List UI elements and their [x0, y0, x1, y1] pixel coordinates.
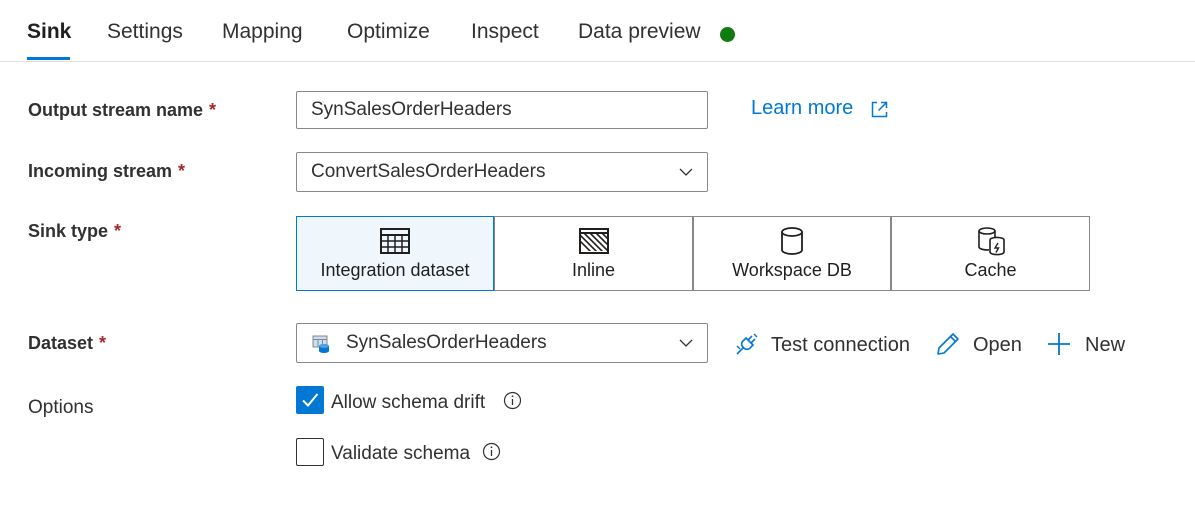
info-icon[interactable]: [482, 442, 501, 461]
cache-icon: [977, 227, 1005, 256]
inline-hatch-icon: [578, 228, 609, 254]
data-preview-status-dot: [720, 27, 735, 42]
dataset-dropdown[interactable]: SynSalesOrderHeaders: [296, 323, 708, 363]
sink-type-cache[interactable]: Cache: [891, 216, 1090, 291]
incoming-stream-dropdown[interactable]: ConvertSalesOrderHeaders: [296, 152, 708, 192]
tab-mapping[interactable]: Mapping: [222, 20, 303, 44]
open-button[interactable]: Open: [935, 331, 1027, 361]
tab-bar: Sink Settings Mapping Optimize Inspect D…: [0, 0, 1195, 62]
sink-type-inline[interactable]: Inline: [494, 216, 693, 291]
allow-schema-drift-checkbox[interactable]: [296, 386, 324, 414]
tab-optimize[interactable]: Optimize: [347, 20, 430, 44]
required-marker: *: [209, 100, 217, 120]
sink-type-label: Sink type *: [28, 221, 122, 241]
checkmark-icon: [302, 393, 319, 407]
dataset-icon: [312, 335, 329, 353]
sink-type-label-cache: Cache: [964, 260, 1017, 280]
output-stream-input[interactable]: SynSalesOrderHeaders: [296, 91, 708, 129]
tab-sink[interactable]: Sink: [27, 20, 71, 44]
sink-type-label-integration-dataset: Integration dataset: [320, 260, 470, 280]
test-connection-button[interactable]: Test connection: [734, 331, 914, 361]
learn-more-link[interactable]: Learn more: [751, 97, 853, 120]
output-stream-label: Output stream name *: [28, 100, 217, 120]
info-icon[interactable]: [503, 391, 522, 410]
tab-settings[interactable]: Settings: [107, 20, 183, 44]
output-stream-value: SynSalesOrderHeaders: [311, 99, 512, 120]
test-connection-label: Test connection: [771, 334, 910, 356]
table-icon: [380, 228, 410, 254]
required-marker: *: [178, 161, 186, 181]
validate-schema-label[interactable]: Validate schema: [331, 443, 470, 465]
tab-inspect[interactable]: Inspect: [471, 20, 539, 44]
sink-type-label-inline: Inline: [571, 260, 616, 280]
validate-schema-checkbox[interactable]: [296, 438, 324, 466]
sink-type-label-workspace-db: Workspace DB: [732, 260, 852, 280]
sink-type-integration-dataset[interactable]: Integration dataset: [296, 216, 494, 291]
database-icon: [781, 227, 803, 255]
incoming-stream-label: Incoming stream *: [28, 161, 186, 181]
new-button[interactable]: New: [1046, 331, 1130, 361]
chevron-down-icon: [679, 339, 693, 347]
pencil-icon: [937, 333, 959, 355]
required-marker: *: [114, 221, 122, 241]
chevron-down-icon: [679, 168, 693, 176]
new-label: New: [1085, 334, 1126, 356]
dataset-value: SynSalesOrderHeaders: [346, 332, 547, 353]
plug-connect-icon: [736, 333, 758, 355]
dataset-label: Dataset *: [28, 333, 107, 353]
active-tab-indicator: [27, 57, 70, 60]
plus-icon: [1048, 333, 1070, 355]
required-marker: *: [99, 333, 107, 353]
options-label: Options: [28, 397, 94, 418]
open-label: Open: [973, 334, 1022, 356]
sink-type-workspace-db[interactable]: Workspace DB: [693, 216, 891, 291]
external-link-icon[interactable]: [869, 99, 890, 120]
allow-schema-drift-label[interactable]: Allow schema drift: [331, 392, 485, 414]
tab-data-preview[interactable]: Data preview: [578, 20, 701, 44]
incoming-stream-value: ConvertSalesOrderHeaders: [311, 161, 546, 182]
